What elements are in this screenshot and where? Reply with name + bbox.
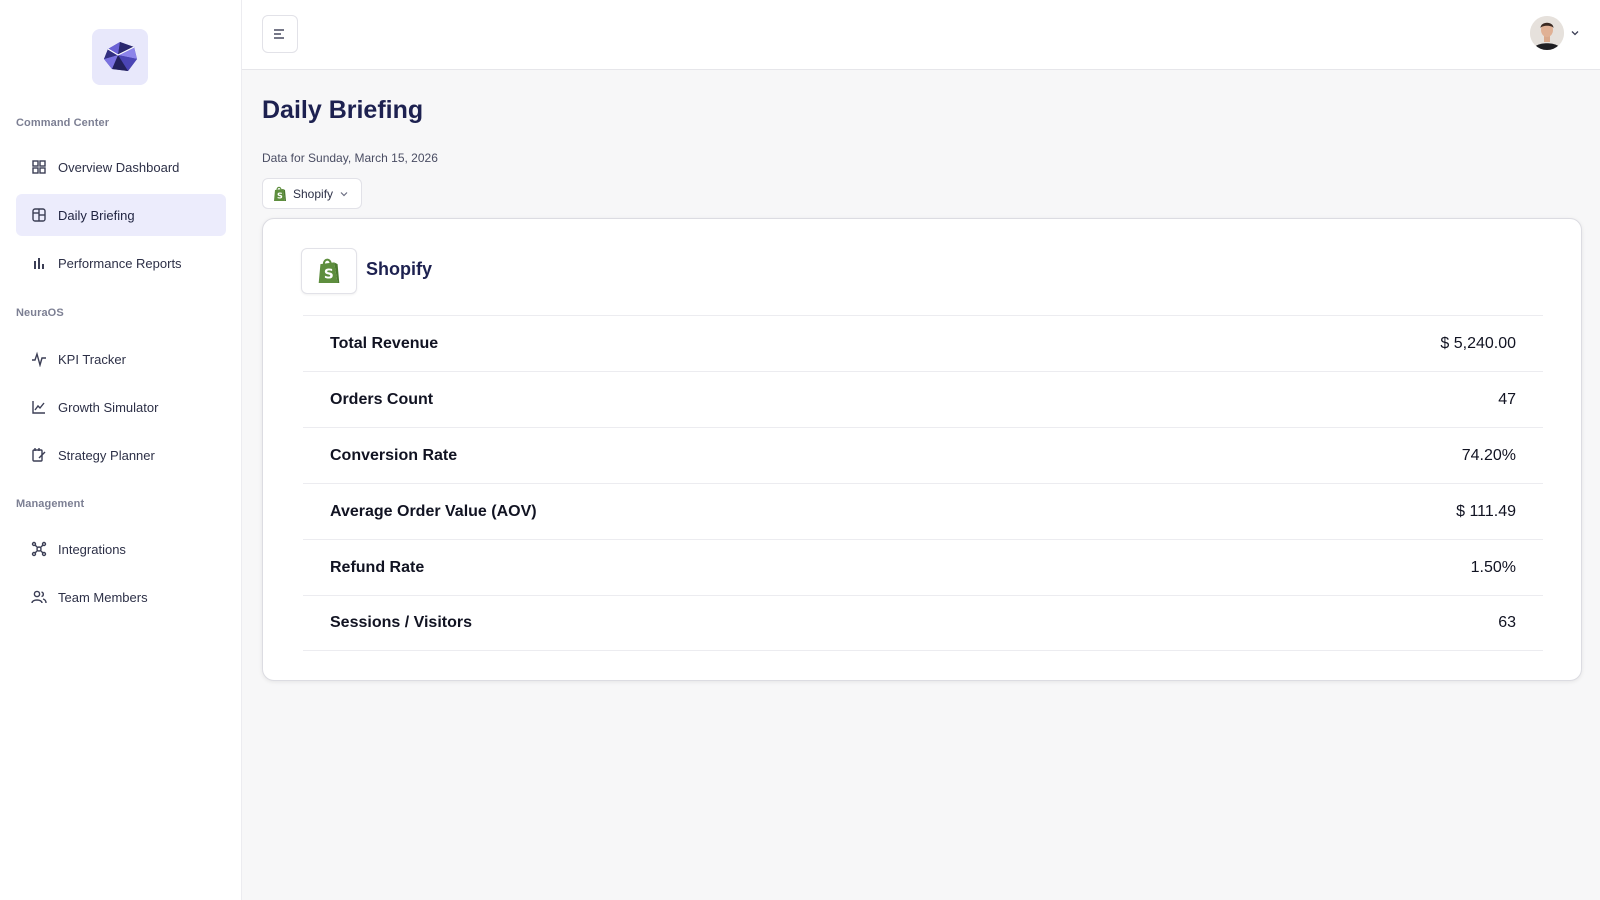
user-avatar-icon [1530, 16, 1564, 50]
sidebar-item-overview-dashboard[interactable]: Overview Dashboard [16, 146, 226, 188]
section-neuraos: NeuraOS [16, 307, 64, 319]
users-icon [30, 588, 48, 606]
sidebar: Command Center Overview Dashboard Daily … [0, 0, 242, 900]
source-select[interactable]: S Shopify [262, 178, 363, 209]
sidebar-item-label: Overview Dashboard [58, 159, 180, 175]
metric-label: Total Revenue [330, 334, 439, 352]
sidebar-item-label: Growth Simulator [58, 399, 159, 415]
source-select-value: Shopify [293, 186, 334, 201]
metric-row-orders-count: Orders Count 47 [303, 371, 1543, 427]
top-header [242, 0, 1600, 70]
page-subtitle: Data for Sunday, March 15, 2026 [262, 151, 438, 165]
metrics-list: Total Revenue $ 5,240.00 Orders Count 47… [303, 315, 1543, 651]
metric-row-refund-rate: Refund Rate 1.50% [303, 539, 1543, 595]
grid-icon [30, 158, 48, 176]
metric-value: $ 111.49 [1456, 502, 1516, 520]
logo-icon [104, 42, 137, 71]
svg-text:S: S [277, 191, 283, 200]
metric-label: Conversion Rate [330, 446, 458, 464]
section-management: Management [16, 498, 85, 510]
metric-row-aov: Average Order Value (AOV) $ 111.49 [303, 483, 1543, 539]
metric-label: Average Order Value (AOV) [330, 502, 537, 520]
sidebar-item-performance-reports[interactable]: Performance Reports [16, 242, 226, 284]
metric-label: Orders Count [330, 390, 434, 408]
metric-value: $ 5,240.00 [1440, 334, 1516, 352]
avatar[interactable] [1530, 16, 1564, 50]
metric-row-total-revenue: Total Revenue $ 5,240.00 [303, 315, 1543, 371]
metric-value: 74.20% [1461, 446, 1516, 464]
chevron-down-icon [1571, 31, 1579, 36]
activity-icon [30, 350, 48, 368]
card-logo: S [301, 248, 357, 294]
chevron-down-icon [340, 191, 348, 196]
section-command-center: Command Center [16, 117, 110, 129]
metric-row-sessions-visitors: Sessions / Visitors 63 [303, 595, 1543, 651]
sidebar-item-daily-briefing[interactable]: Daily Briefing [16, 194, 226, 236]
sidebar-item-kpi-tracker[interactable]: KPI Tracker [16, 338, 226, 380]
metric-value: 63 [1498, 614, 1516, 631]
sidebar-item-integrations[interactable]: Integrations [16, 528, 226, 570]
sidebar-item-label: KPI Tracker [58, 351, 126, 367]
sidebar-item-label: Performance Reports [58, 255, 182, 271]
user-menu[interactable] [1530, 16, 1580, 50]
metric-label: Refund Rate [330, 558, 425, 576]
sidebar-item-label: Team Members [58, 589, 148, 605]
menu-toggle-button[interactable] [262, 15, 298, 53]
layout-icon [30, 206, 48, 224]
sidebar-item-label: Integrations [58, 541, 126, 557]
network-icon [30, 540, 48, 558]
integration-card: S Shopify Total Revenue $ 5,240.00 Order… [262, 218, 1582, 681]
shopify-icon: S [274, 186, 286, 201]
page-title: Daily Briefing [262, 96, 424, 124]
sidebar-item-strategy-planner[interactable]: Strategy Planner [16, 434, 226, 476]
svg-text:S: S [324, 267, 334, 283]
sidebar-item-label: Strategy Planner [58, 447, 155, 463]
bar-chart-icon [30, 254, 48, 272]
shopify-icon: S [318, 258, 340, 283]
line-chart-icon [30, 398, 48, 416]
edit-icon [30, 446, 48, 464]
menu-icon [274, 29, 284, 39]
sidebar-item-growth-simulator[interactable]: Growth Simulator [16, 386, 226, 428]
card-title: Shopify [366, 259, 432, 279]
metric-row-conversion-rate: Conversion Rate 74.20% [303, 427, 1543, 483]
metric-value: 47 [1498, 390, 1516, 408]
sidebar-item-team-members[interactable]: Team Members [16, 576, 226, 618]
metric-value: 1.50% [1470, 558, 1516, 576]
app-logo[interactable] [92, 29, 148, 85]
sidebar-item-label: Daily Briefing [58, 207, 135, 223]
metric-label: Sessions / Visitors [330, 614, 472, 631]
